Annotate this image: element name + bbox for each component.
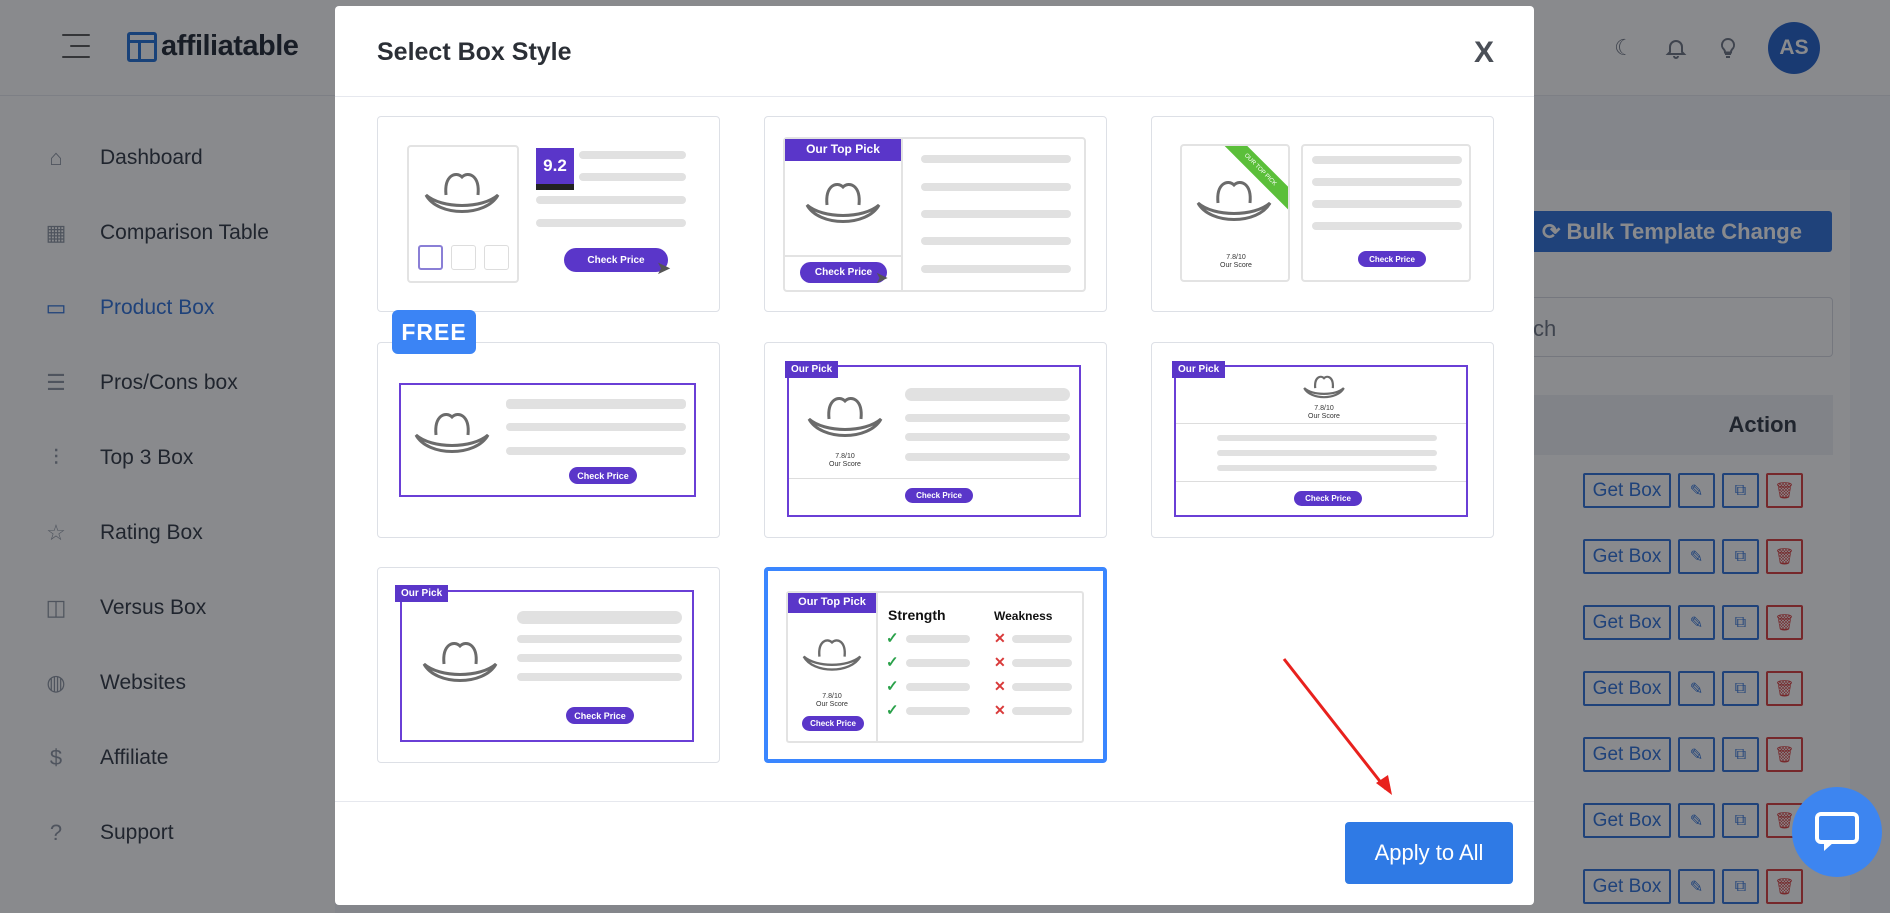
cursor-icon: ➤ xyxy=(656,258,672,278)
hat-icon xyxy=(805,182,881,223)
annotation-arrow-icon xyxy=(1282,658,1392,795)
hat-icon xyxy=(422,641,498,682)
check-price-button: Check Price xyxy=(1358,251,1426,267)
hat-icon xyxy=(1196,180,1272,221)
modal-footer: Apply to All xyxy=(335,801,1534,905)
strength-heading: Strength xyxy=(888,607,946,623)
check-price-button: Check Price xyxy=(800,262,887,283)
check-price-button: Check Price xyxy=(569,467,637,484)
apply-to-all-button[interactable]: Apply to All xyxy=(1345,822,1513,884)
thumb-hat-icon xyxy=(418,245,443,270)
box-style-card[interactable]: Our Pick Check Price xyxy=(377,567,720,763)
score-text: 7.8/10 Our Score xyxy=(816,693,848,708)
check-icon: ✓ xyxy=(886,702,899,719)
check-price-button: Check Price xyxy=(566,707,634,724)
cursor-icon: ➤ xyxy=(875,270,889,287)
score-badge: 9.2 xyxy=(536,148,574,184)
check-icon: ✓ xyxy=(886,654,899,671)
check-price-button: Check Price xyxy=(564,248,668,272)
cross-icon: ✕ xyxy=(994,678,1006,694)
check-price-button: Check Price xyxy=(1294,491,1362,506)
box-style-card[interactable]: Our Pick 7.8/10 Our Score Check Price xyxy=(764,342,1107,538)
box-style-card[interactable]: OUR TOP PICK 7.8/10 Our Score Check Price xyxy=(1151,116,1494,312)
thumb-hat-icon xyxy=(484,245,509,270)
hat-icon xyxy=(807,396,883,437)
chat-icon xyxy=(1815,812,1859,851)
pick-tag: Our Pick xyxy=(785,361,839,378)
hat-icon xyxy=(802,639,862,671)
score-text: 7.8/10 Our Score xyxy=(1308,405,1340,420)
weakness-heading: Weakness xyxy=(994,609,1053,623)
preview-divider xyxy=(789,478,1079,479)
top-pick-tag: Our Top Pick xyxy=(788,593,876,613)
free-badge: FREE xyxy=(392,310,476,354)
check-icon: ✓ xyxy=(886,678,899,695)
score-text: 7.8/10 Our Score xyxy=(1220,254,1252,269)
check-price-button: Check Price xyxy=(802,716,864,731)
score-badge-base xyxy=(536,184,574,190)
cross-icon: ✕ xyxy=(994,654,1006,670)
check-price-button: Check Price xyxy=(905,488,973,503)
preview-divider xyxy=(1176,423,1466,424)
check-icon: ✓ xyxy=(886,630,899,647)
hat-icon xyxy=(1303,375,1345,399)
score-text: 7.8/10 Our Score xyxy=(829,453,861,468)
pick-tag: Our Pick xyxy=(1172,361,1226,378)
preview-divider xyxy=(1176,481,1466,482)
box-style-card[interactable]: Our Top Pick Check Price ➤ xyxy=(764,116,1107,312)
box-style-card[interactable]: 9.2 Check Price ➤ xyxy=(377,116,720,312)
pick-tag: Our Pick xyxy=(395,585,449,602)
preview-divider xyxy=(901,137,903,292)
box-style-card[interactable]: Our Pick 7.8/10 Our Score Check Price xyxy=(1151,342,1494,538)
chat-support-button[interactable] xyxy=(1792,787,1882,877)
modal-header: Select Box Style X xyxy=(335,6,1534,97)
hat-icon xyxy=(414,412,490,453)
modal-title: Select Box Style xyxy=(377,38,572,66)
hat-icon xyxy=(424,172,500,213)
top-pick-tag: Our Top Pick xyxy=(785,139,901,161)
box-style-card-selected[interactable]: Our Top Pick 7.8/10 Our Score Check Price… xyxy=(764,567,1107,763)
preview-divider xyxy=(785,255,901,257)
preview-divider xyxy=(876,591,878,743)
close-button[interactable]: X xyxy=(1474,36,1494,70)
thumb-hat-icon xyxy=(451,245,476,270)
box-style-card[interactable]: Check Price xyxy=(377,342,720,538)
cross-icon: ✕ xyxy=(994,630,1006,646)
cross-icon: ✕ xyxy=(994,702,1006,718)
